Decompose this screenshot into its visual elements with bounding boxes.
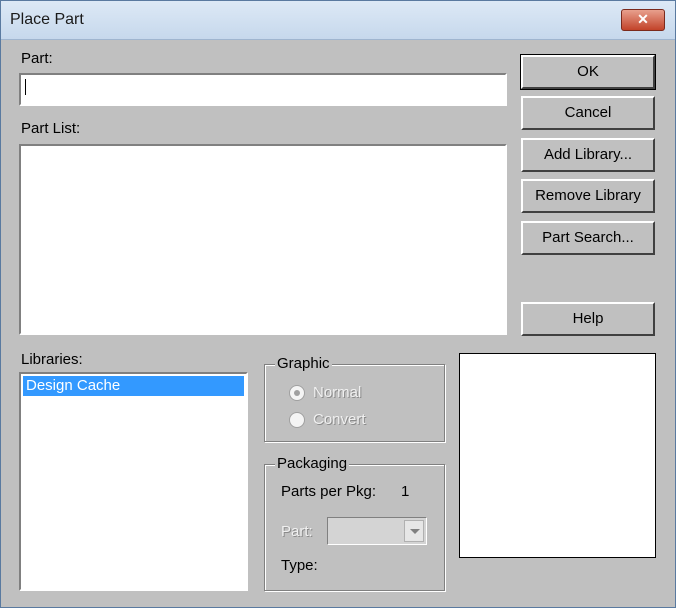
window-title: Place Part bbox=[10, 11, 84, 28]
graphic-group-title: Graphic bbox=[275, 355, 332, 372]
part-search-button[interactable]: Part Search... bbox=[521, 221, 655, 255]
pkg-part-dropdown[interactable] bbox=[327, 517, 427, 545]
remove-library-button[interactable]: Remove Library bbox=[521, 179, 655, 213]
part-input[interactable] bbox=[19, 73, 507, 106]
libraries-list[interactable]: Design Cache bbox=[19, 372, 248, 591]
radio-convert[interactable] bbox=[289, 412, 305, 428]
radio-dot bbox=[294, 390, 300, 396]
parts-per-pkg-value: 1 bbox=[401, 483, 410, 500]
graphic-group: Graphic Normal Convert bbox=[264, 355, 445, 442]
add-library-button[interactable]: Add Library... bbox=[521, 138, 655, 172]
chevron-down-icon[interactable] bbox=[404, 520, 424, 542]
part-list-box[interactable] bbox=[19, 144, 507, 335]
pkg-part-label: Part: bbox=[281, 523, 313, 540]
parts-per-pkg-label: Parts per Pkg: bbox=[281, 483, 377, 500]
radio-normal[interactable] bbox=[289, 385, 305, 401]
text-caret bbox=[25, 79, 26, 95]
type-label: Type: bbox=[281, 557, 318, 574]
close-icon: ✕ bbox=[637, 11, 649, 27]
packaging-group: Packaging Parts per Pkg: 1 Part: Type: bbox=[264, 455, 445, 591]
part-preview bbox=[459, 353, 656, 558]
radio-convert-label: Convert bbox=[313, 411, 366, 428]
help-button[interactable]: Help bbox=[521, 302, 655, 336]
radio-normal-label: Normal bbox=[313, 384, 362, 401]
place-part-dialog: Place Part ✕ Part: Part List: OK Cancel … bbox=[0, 0, 676, 608]
packaging-group-title: Packaging bbox=[275, 455, 350, 472]
close-button[interactable]: ✕ bbox=[621, 9, 665, 31]
part-list-label: Part List: bbox=[21, 120, 81, 137]
libraries-label: Libraries: bbox=[21, 351, 83, 368]
cancel-button[interactable]: Cancel bbox=[521, 96, 655, 130]
title-bar[interactable]: Place Part ✕ bbox=[1, 1, 675, 40]
part-label: Part: bbox=[21, 50, 53, 67]
library-item-design-cache[interactable]: Design Cache bbox=[23, 376, 244, 396]
ok-button[interactable]: OK bbox=[520, 54, 656, 90]
